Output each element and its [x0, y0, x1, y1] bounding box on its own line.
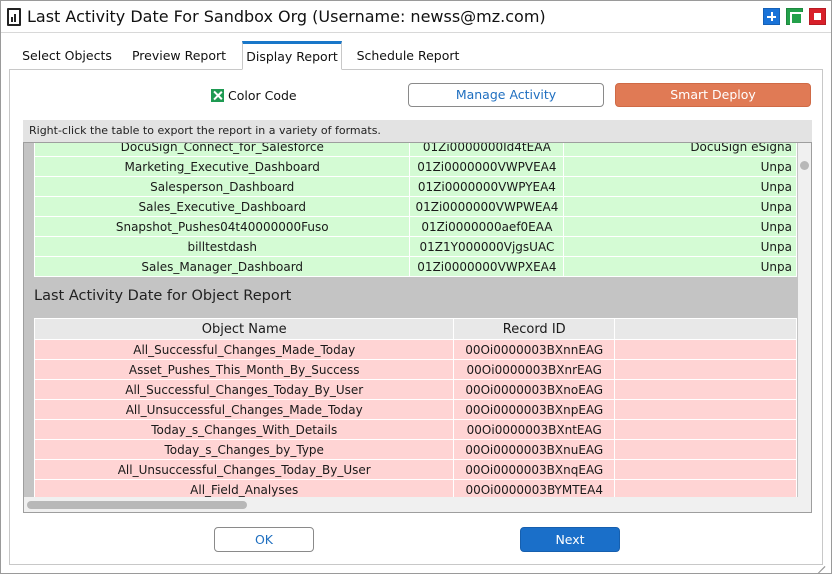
record-id-cell: 01Zi0000000VWPVEA4: [409, 156, 565, 177]
object-name-cell: Asset_Pushes_This_Month_By_Success: [33, 359, 455, 380]
record-id-cell: 00Oi0000003BXnqEAG: [453, 459, 616, 480]
window-title: Last Activity Date For Sandbox Org (User…: [27, 7, 546, 26]
title-bar: Last Activity Date For Sandbox Org (User…: [1, 1, 831, 33]
table-row[interactable]: All_Unsuccessful_Changes_Made_Today 00Oi0…: [33, 399, 797, 420]
dashboard-name-cell: Salesperson_Dashboard: [33, 176, 411, 197]
status-cell: Unpa: [563, 236, 797, 257]
dashboard-name-cell: Sales_Manager_Dashboard: [33, 256, 411, 277]
extra-cell: [614, 419, 797, 440]
table-row[interactable]: billtestdash 01Z1Y000000VjgsUAC Unpa: [33, 236, 797, 257]
tab-preview-report[interactable]: Preview Report: [125, 41, 233, 70]
object-name-cell: All_Unsuccessful_Changes_Made_Today: [33, 399, 455, 420]
extra-cell: [614, 459, 797, 480]
table-row[interactable]: Asset_Pushes_This_Month_By_Success 00Oi00…: [33, 359, 797, 380]
table-row[interactable]: All_Successful_Changes_Today_By_User 00Oi…: [33, 379, 797, 400]
extra-cell: [614, 479, 797, 497]
next-button[interactable]: Next: [520, 527, 620, 552]
record-id-cell: 00Oi0000003BXnuEAG: [453, 439, 616, 460]
extra-cell: [614, 439, 797, 460]
object-name-cell: All_Unsuccessful_Changes_Today_By_User: [33, 459, 455, 480]
object-name-cell: Today_s_Changes_by_Type: [33, 439, 455, 460]
record-id-cell: 00Oi0000003BXnpEAG: [453, 399, 616, 420]
record-id-cell: 01Zi0000000VWPYEA4: [409, 176, 565, 197]
record-id-cell: 01Zi0000000VWPXEA4: [409, 256, 565, 277]
object-name-cell: All_Successful_Changes_Made_Today: [33, 339, 455, 360]
ok-button[interactable]: OK: [214, 527, 314, 552]
record-id-cell: 01Zi0000000VWPWEA4: [409, 196, 565, 217]
vertical-scrollbar[interactable]: [798, 143, 811, 497]
restore-icon[interactable]: [786, 8, 803, 25]
dashboard-name-cell: Snapshot_Pushes04t40000000Fuso: [33, 216, 411, 237]
vertical-scroll-thumb[interactable]: [800, 161, 809, 170]
record-id-cell: 00Oi0000003BXntEAG: [453, 419, 616, 440]
tab-schedule-report[interactable]: Schedule Report: [351, 41, 465, 70]
extra-cell: [614, 339, 797, 360]
status-cell: Unpa: [563, 176, 797, 197]
tab-select-objects[interactable]: Select Objects: [15, 41, 119, 70]
dashboard-name-cell: DocuSign_Connect_for_Salesforce: [33, 143, 411, 157]
table-row[interactable]: Snapshot_Pushes04t40000000Fuso 01Zi000000…: [33, 216, 797, 237]
record-id-cell: 00Oi0000003BXnrEAG: [453, 359, 616, 380]
table-row[interactable]: DocuSign_Connect_for_Salesforce 01Zi00000…: [33, 143, 797, 157]
record-id-cell: 00Oi0000003BXnnEAG: [453, 339, 616, 360]
object-name-cell: Today_s_Changes_With_Details: [33, 419, 455, 440]
table-row[interactable]: Salesperson_Dashboard 01Zi0000000VWPYEA4 U…: [33, 176, 797, 197]
record-id-cell: 01Z1Y000000VjgsUAC: [409, 236, 565, 257]
status-cell: Unpa: [563, 156, 797, 177]
record-id-cell: 01Zi0000000aef0EAA: [409, 216, 565, 237]
table-row[interactable]: Marketing_Executive_Dashboard 01Zi0000000…: [33, 156, 797, 177]
report-table-area[interactable]: DocuSign_Connect_for_Salesforce 01Zi00000…: [23, 142, 812, 513]
object-name-cell: All_Field_Analyses: [33, 479, 455, 497]
table-row[interactable]: All_Field_Analyses 00Oi0000003BYMTEA4: [33, 479, 797, 497]
color-code-checkbox[interactable]: Color Code: [211, 87, 297, 103]
status-cell: DocuSign eSigna: [563, 143, 797, 157]
report-window: Last Activity Date For Sandbox Org (User…: [0, 0, 832, 574]
column-header-extra[interactable]: [614, 318, 797, 340]
table-row[interactable]: Today_s_Changes_With_Details 00Oi0000003B…: [33, 419, 797, 440]
table-header-row: Object Name Record ID: [33, 318, 797, 340]
table-row[interactable]: All_Unsuccessful_Changes_Today_By_User 00…: [33, 459, 797, 480]
extra-cell: [614, 359, 797, 380]
tab-display-report[interactable]: Display Report: [242, 41, 342, 70]
extra-cell: [614, 399, 797, 420]
dashboard-table[interactable]: DocuSign_Connect_for_Salesforce 01Zi00000…: [33, 143, 797, 277]
extra-cell: [614, 379, 797, 400]
resize-grip-icon[interactable]: [813, 555, 826, 574]
table-row[interactable]: Sales_Executive_Dashboard 01Zi0000000VWPW…: [33, 196, 797, 217]
export-hint: Right-click the table to export the repo…: [23, 120, 812, 142]
color-code-label: Color Code: [228, 87, 297, 103]
table-row[interactable]: Sales_Manager_Dashboard 01Zi0000000VWPXEA…: [33, 256, 797, 277]
close-icon[interactable]: [809, 8, 826, 25]
column-header-object-name[interactable]: Object Name: [33, 318, 455, 340]
dashboard-name-cell: Marketing_Executive_Dashboard: [33, 156, 411, 177]
horizontal-scrollbar[interactable]: [24, 497, 811, 512]
column-header-record-id[interactable]: Record ID: [453, 318, 616, 340]
manage-activity-button[interactable]: Manage Activity: [408, 83, 604, 107]
table-row[interactable]: All_Successful_Changes_Made_Today 00Oi000…: [33, 339, 797, 360]
object-name-cell: All_Successful_Changes_Today_By_User: [33, 379, 455, 400]
dashboard-name-cell: Sales_Executive_Dashboard: [33, 196, 411, 217]
object-report-table[interactable]: Object Name Record ID All_Successful_Cha…: [33, 318, 797, 497]
status-cell: Unpa: [563, 216, 797, 237]
record-id-cell: 00Oi0000003BXnoEAG: [453, 379, 616, 400]
smart-deploy-button[interactable]: Smart Deploy: [615, 83, 811, 107]
status-cell: Unpa: [563, 256, 797, 277]
maximize-icon[interactable]: [763, 8, 780, 25]
record-id-cell: 00Oi0000003BYMTEA4: [453, 479, 616, 497]
tab-bar: Select Objects Preview Report Display Re…: [9, 41, 831, 70]
report-icon: [7, 8, 21, 26]
report-content: DocuSign_Connect_for_Salesforce 01Zi00000…: [24, 143, 797, 497]
horizontal-scroll-thumb[interactable]: [27, 501, 247, 509]
dashboard-name-cell: billtestdash: [33, 236, 411, 257]
record-id-cell: 01Zi0000000Id4tEAA: [409, 143, 565, 157]
checkbox-checked-icon[interactable]: [211, 88, 224, 102]
object-report-title: Last Activity Date for Object Report: [34, 288, 292, 304]
table-row[interactable]: Today_s_Changes_by_Type 00Oi0000003BXnuEA…: [33, 439, 797, 460]
status-cell: Unpa: [563, 196, 797, 217]
